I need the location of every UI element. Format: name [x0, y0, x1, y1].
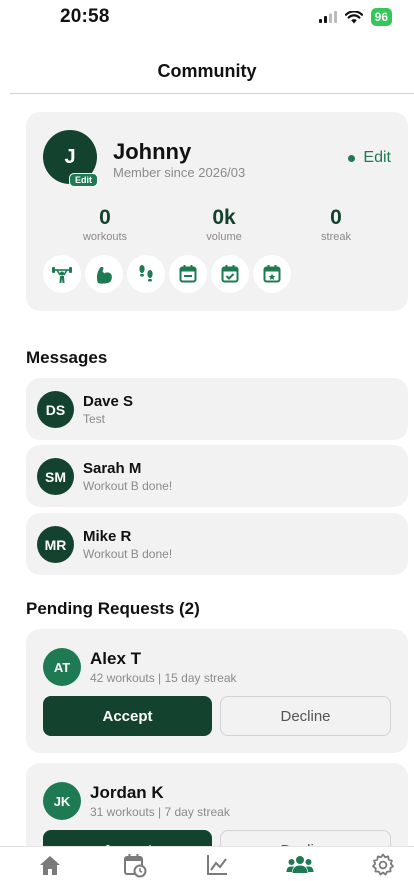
profile-name: Johnny	[113, 139, 192, 164]
avatar: AT	[43, 648, 81, 686]
message-sender: Sarah M	[83, 460, 142, 477]
message-sender: Dave S	[83, 393, 134, 410]
message-item[interactable]: MR Mike R Workout B done!	[26, 513, 408, 575]
header-divider	[10, 93, 414, 94]
avatar: JK	[43, 782, 81, 820]
community-icon	[286, 856, 314, 873]
footprints-icon	[139, 265, 153, 282]
calendar-check-icon	[221, 265, 239, 283]
battery-indicator: 96	[370, 8, 392, 26]
stat-value: 0	[330, 206, 342, 229]
accept-button[interactable]: Accept	[43, 696, 212, 736]
message-item[interactable]: DS Dave S Test	[26, 378, 408, 440]
member-since: Member since 2026/03	[113, 165, 246, 180]
message-preview: Workout B done!	[83, 547, 173, 561]
badge-calendar[interactable]	[169, 255, 207, 293]
calendar-icon	[179, 265, 197, 283]
requester-stats: 42 workouts | 15 day streak	[90, 671, 237, 685]
tab-home[interactable]	[25, 851, 75, 879]
stat-label: volume	[206, 231, 242, 243]
stat-value: 0k	[212, 206, 236, 229]
achievement-badges	[43, 255, 291, 293]
chart-icon	[207, 855, 227, 875]
wifi-icon	[344, 10, 363, 23]
requester-name: Alex T	[90, 649, 142, 668]
badge-calendar-star[interactable]	[253, 255, 291, 293]
requester-name: Jordan K	[90, 783, 164, 802]
badge-footprints[interactable]	[127, 255, 165, 293]
avatar: SM	[37, 458, 74, 495]
calendar-clock-icon	[124, 854, 147, 878]
friend-request-card: AT Alex T 42 workouts | 15 day streak Ac…	[26, 629, 408, 753]
avatar-edit-badge[interactable]: Edit	[69, 173, 98, 187]
stat-streak: 0 streak	[296, 206, 376, 243]
tab-schedule[interactable]	[110, 851, 160, 879]
badge-calendar-check[interactable]	[211, 255, 249, 293]
stat-volume: 0k volume	[184, 206, 264, 243]
home-icon	[40, 856, 60, 875]
status-time: 20:58	[60, 6, 110, 27]
message-sender: Mike R	[83, 528, 132, 545]
profile-card: J Edit Johnny Member since 2026/03 Edit …	[26, 112, 408, 311]
stat-workouts: 0 workouts	[65, 206, 145, 243]
badge-biceps[interactable]	[85, 255, 123, 293]
message-preview: Test	[83, 412, 106, 426]
messages-section-title: Messages	[26, 348, 108, 367]
stat-label: streak	[321, 231, 351, 243]
signal-icon	[318, 11, 337, 23]
stat-label: workouts	[82, 231, 128, 243]
flexed-biceps-icon	[96, 266, 112, 284]
tab-bar	[0, 846, 414, 881]
tab-community[interactable]	[275, 851, 325, 879]
message-item[interactable]: SM Sarah M Workout B done!	[26, 445, 408, 507]
edit-profile-label: Edit	[363, 149, 391, 166]
calendar-star-icon	[263, 265, 281, 283]
badge-barbell[interactable]	[43, 255, 81, 293]
stat-value: 0	[99, 206, 111, 229]
status-dot	[348, 154, 356, 162]
edit-profile-button[interactable]: Edit	[348, 149, 391, 167]
tab-progress[interactable]	[192, 851, 242, 879]
decline-button[interactable]: Decline	[220, 696, 391, 736]
message-preview: Workout B done!	[83, 479, 173, 493]
tab-settings[interactable]	[358, 851, 408, 879]
status-bar: 20:58 96	[0, 0, 414, 40]
page-title: Community	[157, 61, 257, 81]
barbell-icon	[52, 267, 72, 283]
avatar: DS	[37, 391, 74, 428]
settings-icon	[372, 853, 394, 876]
requester-stats: 31 workouts | 7 day streak	[90, 805, 230, 819]
status-icons: 96	[318, 8, 392, 26]
nav-header: Community	[0, 52, 414, 94]
pending-requests-title: Pending Requests (2)	[26, 599, 200, 618]
avatar: MR	[37, 526, 74, 563]
